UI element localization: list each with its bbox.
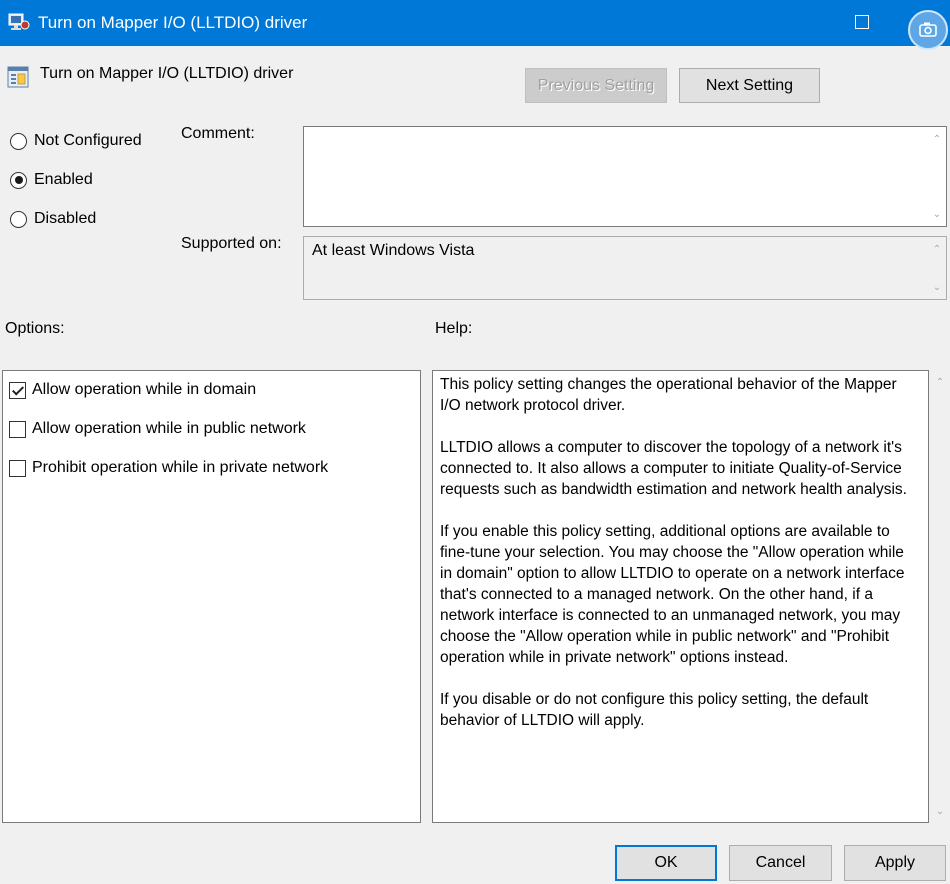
radio-not-configured[interactable]: Not Configured (10, 132, 142, 150)
option-prohibit-private-label: Prohibit operation while in private netw… (32, 459, 329, 476)
supported-on-scrollbar[interactable]: ⌃ ⌄ (928, 237, 946, 299)
option-allow-public[interactable]: Allow operation while in public network (9, 420, 306, 438)
help-paragraph: If you enable this policy setting, addit… (440, 523, 905, 666)
radio-enabled-control[interactable] (10, 171, 27, 189)
help-paragraph: LLTDIO allows a computer to discover the… (440, 439, 907, 498)
option-allow-public-label: Allow operation while in public network (32, 420, 306, 437)
help-scrollbar[interactable]: ⌃ ⌄ (930, 370, 950, 823)
policy-setting-icon (7, 66, 29, 88)
next-setting-button[interactable]: Next Setting (679, 68, 820, 103)
radio-enabled-label: Enabled (34, 171, 93, 188)
group-policy-app-icon (8, 13, 30, 30)
radio-not-configured-label: Not Configured (34, 132, 142, 149)
scroll-down-icon[interactable]: ⌄ (935, 807, 945, 817)
apply-button[interactable]: Apply (844, 845, 946, 881)
radio-disabled-label: Disabled (34, 210, 97, 227)
camera-icon (919, 22, 937, 37)
cancel-button[interactable]: Cancel (729, 845, 832, 881)
option-allow-domain-label: Allow operation while in domain (32, 381, 257, 398)
help-paragraph: This policy setting changes the operatio… (440, 376, 897, 414)
comment-scrollbar[interactable]: ⌃ ⌄ (928, 127, 946, 226)
help-text-panel: This policy setting changes the operatio… (432, 370, 929, 823)
supported-on-label: Supported on: (181, 235, 282, 252)
scroll-down-icon[interactable]: ⌄ (932, 283, 942, 293)
option-allow-domain[interactable]: Allow operation while in domain (9, 381, 256, 399)
scroll-up-icon[interactable]: ⌃ (932, 245, 942, 255)
scroll-up-icon[interactable]: ⌃ (935, 378, 945, 388)
policy-name: Turn on Mapper I/O (LLTDIO) driver (40, 65, 294, 82)
options-panel: Allow operation while in domain Allow op… (2, 370, 421, 823)
supported-on-field: At least Windows Vista ⌃ ⌄ (303, 236, 947, 300)
window-title: Turn on Mapper I/O (LLTDIO) driver (38, 13, 308, 32)
scroll-down-icon[interactable]: ⌄ (932, 210, 942, 220)
ok-button[interactable]: OK (615, 845, 717, 881)
help-label: Help: (435, 320, 473, 337)
title-bar: Turn on Mapper I/O (LLTDIO) driver (0, 0, 950, 50)
scroll-up-icon[interactable]: ⌃ (932, 135, 942, 145)
comment-label: Comment: (181, 125, 255, 142)
radio-disabled[interactable]: Disabled (10, 210, 96, 228)
radio-enabled[interactable]: Enabled (10, 171, 93, 189)
maximize-button[interactable] (855, 15, 869, 29)
help-paragraph: If you disable or do not configure this … (440, 691, 869, 729)
option-allow-public-checkbox[interactable] (9, 420, 26, 438)
radio-not-configured-control[interactable] (10, 132, 27, 150)
option-prohibit-private[interactable]: Prohibit operation while in private netw… (9, 459, 328, 477)
supported-on-value: At least Windows Vista (312, 242, 475, 259)
radio-disabled-control[interactable] (10, 210, 27, 228)
screenshot-tool-button[interactable] (908, 10, 948, 50)
option-allow-domain-checkbox[interactable] (9, 381, 26, 399)
comment-field[interactable]: ⌃ ⌄ (303, 126, 947, 227)
previous-setting-button[interactable]: Previous Setting (525, 68, 667, 103)
option-prohibit-private-checkbox[interactable] (9, 459, 26, 477)
options-label: Options: (5, 320, 65, 337)
